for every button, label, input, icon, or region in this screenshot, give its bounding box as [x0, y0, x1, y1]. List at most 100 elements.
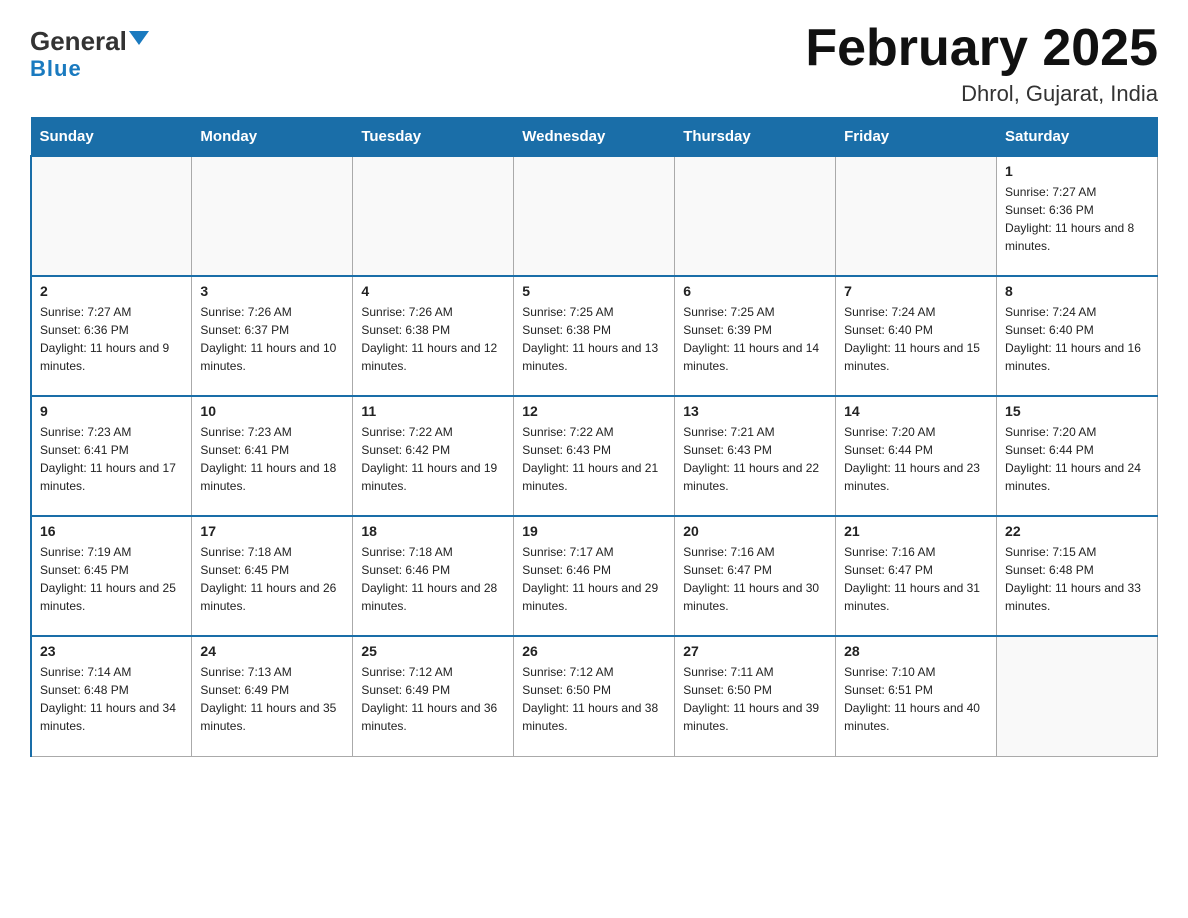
col-tuesday: Tuesday	[353, 118, 514, 157]
day-info: Sunrise: 7:20 AMSunset: 6:44 PMDaylight:…	[1005, 423, 1149, 495]
day-number: 5	[522, 283, 666, 299]
calendar-cell: 1Sunrise: 7:27 AMSunset: 6:36 PMDaylight…	[997, 156, 1158, 276]
day-info: Sunrise: 7:16 AMSunset: 6:47 PMDaylight:…	[844, 543, 988, 615]
calendar-cell: 2 Sunrise: 7:27 AMSunset: 6:36 PMDaylight…	[31, 276, 192, 396]
day-info: Sunrise: 7:21 AMSunset: 6:43 PMDaylight:…	[683, 423, 827, 495]
calendar-week-5: 23 Sunrise: 7:14 AMSunset: 6:48 PMDayligh…	[31, 636, 1158, 756]
calendar-cell: 11 Sunrise: 7:22 AMSunset: 6:42 PMDayligh…	[353, 396, 514, 516]
calendar-cell	[836, 156, 997, 276]
day-number: 7	[844, 283, 988, 299]
logo-triangle-icon	[129, 31, 149, 45]
calendar-cell: 8 Sunrise: 7:24 AMSunset: 6:40 PMDaylight…	[997, 276, 1158, 396]
col-friday: Friday	[836, 118, 997, 157]
header-row: Sunday Monday Tuesday Wednesday Thursday…	[31, 118, 1158, 157]
calendar-week-3: 9 Sunrise: 7:23 AMSunset: 6:41 PMDaylight…	[31, 396, 1158, 516]
day-info: Sunrise: 7:26 AMSunset: 6:38 PMDaylight:…	[361, 303, 505, 375]
day-info: Sunrise: 7:26 AMSunset: 6:37 PMDaylight:…	[200, 303, 344, 375]
day-number: 1	[1005, 163, 1149, 179]
calendar-cell: 13 Sunrise: 7:21 AMSunset: 6:43 PMDayligh…	[675, 396, 836, 516]
day-info: Sunrise: 7:18 AMSunset: 6:46 PMDaylight:…	[361, 543, 505, 615]
calendar-body: 1 Sunrise: 7:27 AMSunset: 6:36 PMDaylight…	[31, 156, 1158, 756]
col-monday: Monday	[192, 118, 353, 157]
page-header: General Blue February 2025 Dhrol, Gujara…	[30, 20, 1158, 107]
day-info: Sunrise: 7:20 AMSunset: 6:44 PMDaylight:…	[844, 423, 988, 495]
calendar-cell	[192, 156, 353, 276]
calendar-cell: 24 Sunrise: 7:13 AMSunset: 6:49 PMDayligh…	[192, 636, 353, 756]
calendar-cell: 7 Sunrise: 7:24 AMSunset: 6:40 PMDaylight…	[836, 276, 997, 396]
calendar-cell: 26 Sunrise: 7:12 AMSunset: 6:50 PMDayligh…	[514, 636, 675, 756]
day-info: Sunrise: 7:24 AMSunset: 6:40 PMDaylight:…	[1005, 303, 1149, 375]
day-number: 27	[683, 643, 827, 659]
logo: General Blue	[30, 20, 149, 82]
col-thursday: Thursday	[675, 118, 836, 157]
day-number: 17	[200, 523, 344, 539]
calendar-table: Sunday Monday Tuesday Wednesday Thursday…	[30, 117, 1158, 757]
calendar-cell: 17Sunrise: 7:18 AMSunset: 6:45 PMDayligh…	[192, 516, 353, 636]
day-info: Sunrise: 7:14 AMSunset: 6:48 PMDaylight:…	[40, 663, 183, 735]
day-info: Sunrise: 7:13 AMSunset: 6:49 PMDaylight:…	[200, 663, 344, 735]
day-number: 11	[361, 403, 505, 419]
calendar-cell: 28 Sunrise: 7:10 AMSunset: 6:51 PMDayligh…	[836, 636, 997, 756]
calendar-week-1: 1Sunrise: 7:27 AMSunset: 6:36 PMDaylight…	[31, 156, 1158, 276]
day-number: 22	[1005, 523, 1149, 539]
col-wednesday: Wednesday	[514, 118, 675, 157]
day-number: 26	[522, 643, 666, 659]
calendar-cell: 5 Sunrise: 7:25 AMSunset: 6:38 PMDaylight…	[514, 276, 675, 396]
calendar-cell: 16Sunrise: 7:19 AMSunset: 6:45 PMDayligh…	[31, 516, 192, 636]
calendar-cell: 21 Sunrise: 7:16 AMSunset: 6:47 PMDayligh…	[836, 516, 997, 636]
day-info: Sunrise: 7:24 AMSunset: 6:40 PMDaylight:…	[844, 303, 988, 375]
calendar-subtitle: Dhrol, Gujarat, India	[805, 81, 1158, 107]
day-info: Sunrise: 7:25 AMSunset: 6:38 PMDaylight:…	[522, 303, 666, 375]
day-info: Sunrise: 7:22 AMSunset: 6:42 PMDaylight:…	[361, 423, 505, 495]
day-number: 14	[844, 403, 988, 419]
calendar-cell: 4 Sunrise: 7:26 AMSunset: 6:38 PMDaylight…	[353, 276, 514, 396]
day-number: 8	[1005, 283, 1149, 299]
day-info: Sunrise: 7:12 AMSunset: 6:49 PMDaylight:…	[361, 663, 505, 735]
col-saturday: Saturday	[997, 118, 1158, 157]
day-info: Sunrise: 7:17 AMSunset: 6:46 PMDaylight:…	[522, 543, 666, 615]
calendar-cell	[31, 156, 192, 276]
calendar-cell: 27 Sunrise: 7:11 AMSunset: 6:50 PMDayligh…	[675, 636, 836, 756]
calendar-week-4: 16Sunrise: 7:19 AMSunset: 6:45 PMDayligh…	[31, 516, 1158, 636]
logo-general-text: General	[30, 28, 127, 54]
calendar-cell: 6Sunrise: 7:25 AMSunset: 6:39 PMDaylight…	[675, 276, 836, 396]
calendar-week-2: 2 Sunrise: 7:27 AMSunset: 6:36 PMDaylight…	[31, 276, 1158, 396]
day-info: Sunrise: 7:15 AMSunset: 6:48 PMDaylight:…	[1005, 543, 1149, 615]
calendar-cell: 9 Sunrise: 7:23 AMSunset: 6:41 PMDaylight…	[31, 396, 192, 516]
day-number: 25	[361, 643, 505, 659]
day-number: 21	[844, 523, 988, 539]
day-number: 6	[683, 283, 827, 299]
day-info: Sunrise: 7:12 AMSunset: 6:50 PMDaylight:…	[522, 663, 666, 735]
day-number: 2	[40, 283, 183, 299]
col-sunday: Sunday	[31, 118, 192, 157]
day-number: 23	[40, 643, 183, 659]
day-number: 9	[40, 403, 183, 419]
calendar-cell: 20Sunrise: 7:16 AMSunset: 6:47 PMDayligh…	[675, 516, 836, 636]
calendar-cell	[353, 156, 514, 276]
day-info: Sunrise: 7:27 AMSunset: 6:36 PMDaylight:…	[40, 303, 183, 375]
day-number: 28	[844, 643, 988, 659]
calendar-cell: 15 Sunrise: 7:20 AMSunset: 6:44 PMDayligh…	[997, 396, 1158, 516]
day-info: Sunrise: 7:10 AMSunset: 6:51 PMDaylight:…	[844, 663, 988, 735]
calendar-cell: 3 Sunrise: 7:26 AMSunset: 6:37 PMDaylight…	[192, 276, 353, 396]
calendar-cell: 14 Sunrise: 7:20 AMSunset: 6:44 PMDayligh…	[836, 396, 997, 516]
day-number: 13	[683, 403, 827, 419]
day-number: 3	[200, 283, 344, 299]
day-info: Sunrise: 7:19 AMSunset: 6:45 PMDaylight:…	[40, 543, 183, 615]
logo-blue-text: Blue	[30, 56, 82, 82]
calendar-cell: 10Sunrise: 7:23 AMSunset: 6:41 PMDayligh…	[192, 396, 353, 516]
calendar-cell: 23 Sunrise: 7:14 AMSunset: 6:48 PMDayligh…	[31, 636, 192, 756]
day-number: 4	[361, 283, 505, 299]
calendar-title: February 2025	[805, 20, 1158, 77]
calendar-cell	[997, 636, 1158, 756]
day-number: 24	[200, 643, 344, 659]
day-info: Sunrise: 7:22 AMSunset: 6:43 PMDaylight:…	[522, 423, 666, 495]
day-number: 20	[683, 523, 827, 539]
day-number: 15	[1005, 403, 1149, 419]
calendar-title-block: February 2025 Dhrol, Gujarat, India	[805, 20, 1158, 107]
day-number: 10	[200, 403, 344, 419]
day-info: Sunrise: 7:23 AMSunset: 6:41 PMDaylight:…	[40, 423, 183, 495]
calendar-cell: 25 Sunrise: 7:12 AMSunset: 6:49 PMDayligh…	[353, 636, 514, 756]
calendar-cell	[675, 156, 836, 276]
day-info: Sunrise: 7:11 AMSunset: 6:50 PMDaylight:…	[683, 663, 827, 735]
